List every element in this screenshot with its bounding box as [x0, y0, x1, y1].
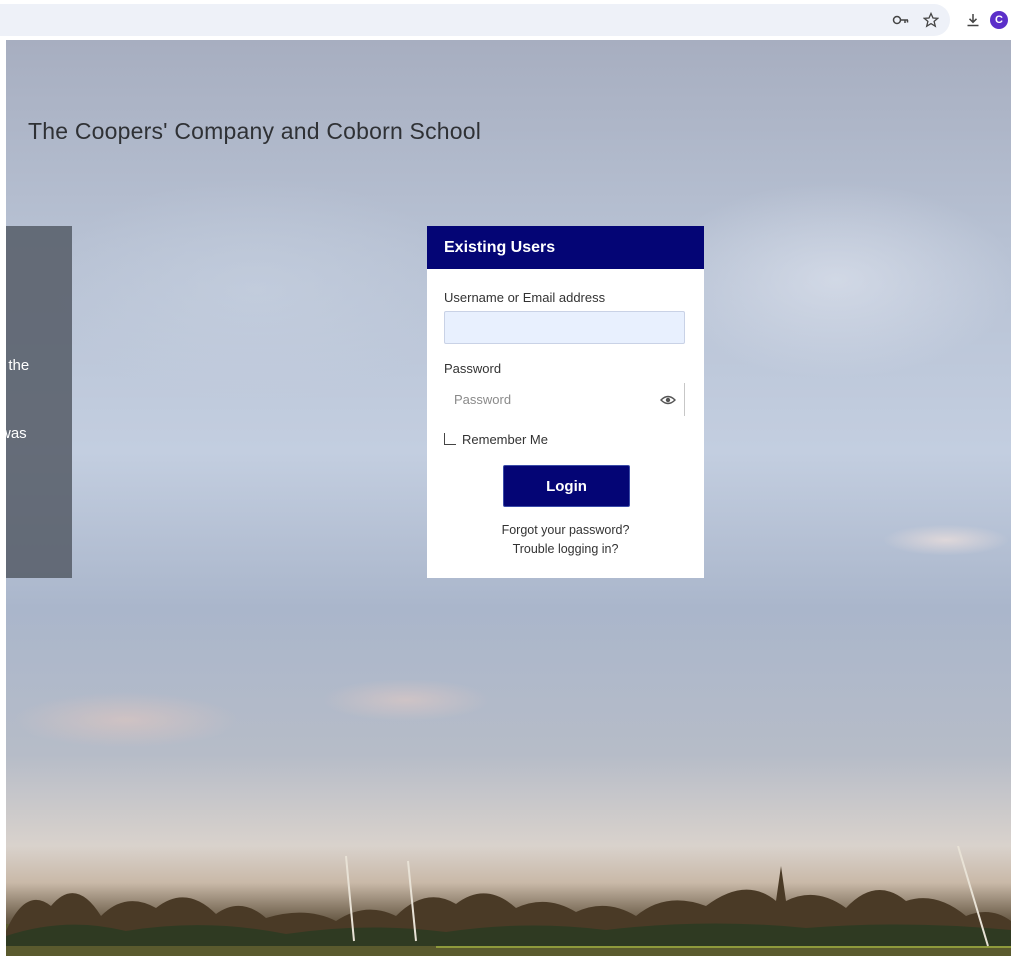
remember-me-label[interactable]: Remember Me [462, 432, 548, 447]
profile-icon[interactable]: C [990, 11, 1008, 29]
info-panel: t the was [6, 226, 72, 578]
key-icon[interactable] [890, 9, 912, 31]
username-input[interactable] [444, 311, 685, 344]
treeline-image [6, 846, 1011, 956]
trouble-logging-in-link[interactable]: Trouble logging in? [427, 542, 704, 556]
info-text-line: t the [6, 357, 30, 374]
login-card-header: Existing Users [427, 226, 704, 269]
browser-toolbar: C [0, 0, 1011, 40]
password-input[interactable] [444, 383, 685, 416]
remember-me-checkbox[interactable] [444, 433, 456, 445]
login-card: Existing Users Username or Email address… [427, 226, 704, 578]
school-title: The Coopers' Company and Coborn School [28, 118, 482, 144]
forgot-password-link[interactable]: Forgot your password? [427, 523, 704, 537]
star-icon[interactable] [920, 9, 942, 31]
download-icon[interactable] [962, 9, 984, 31]
info-text-line: was [6, 425, 27, 442]
login-button[interactable]: Login [503, 465, 630, 507]
remember-me-row[interactable]: Remember Me [444, 430, 548, 448]
show-password-eye-icon[interactable] [659, 391, 677, 409]
password-label: Password [444, 361, 502, 376]
username-label: Username or Email address [444, 290, 606, 305]
address-bar[interactable] [0, 4, 950, 36]
